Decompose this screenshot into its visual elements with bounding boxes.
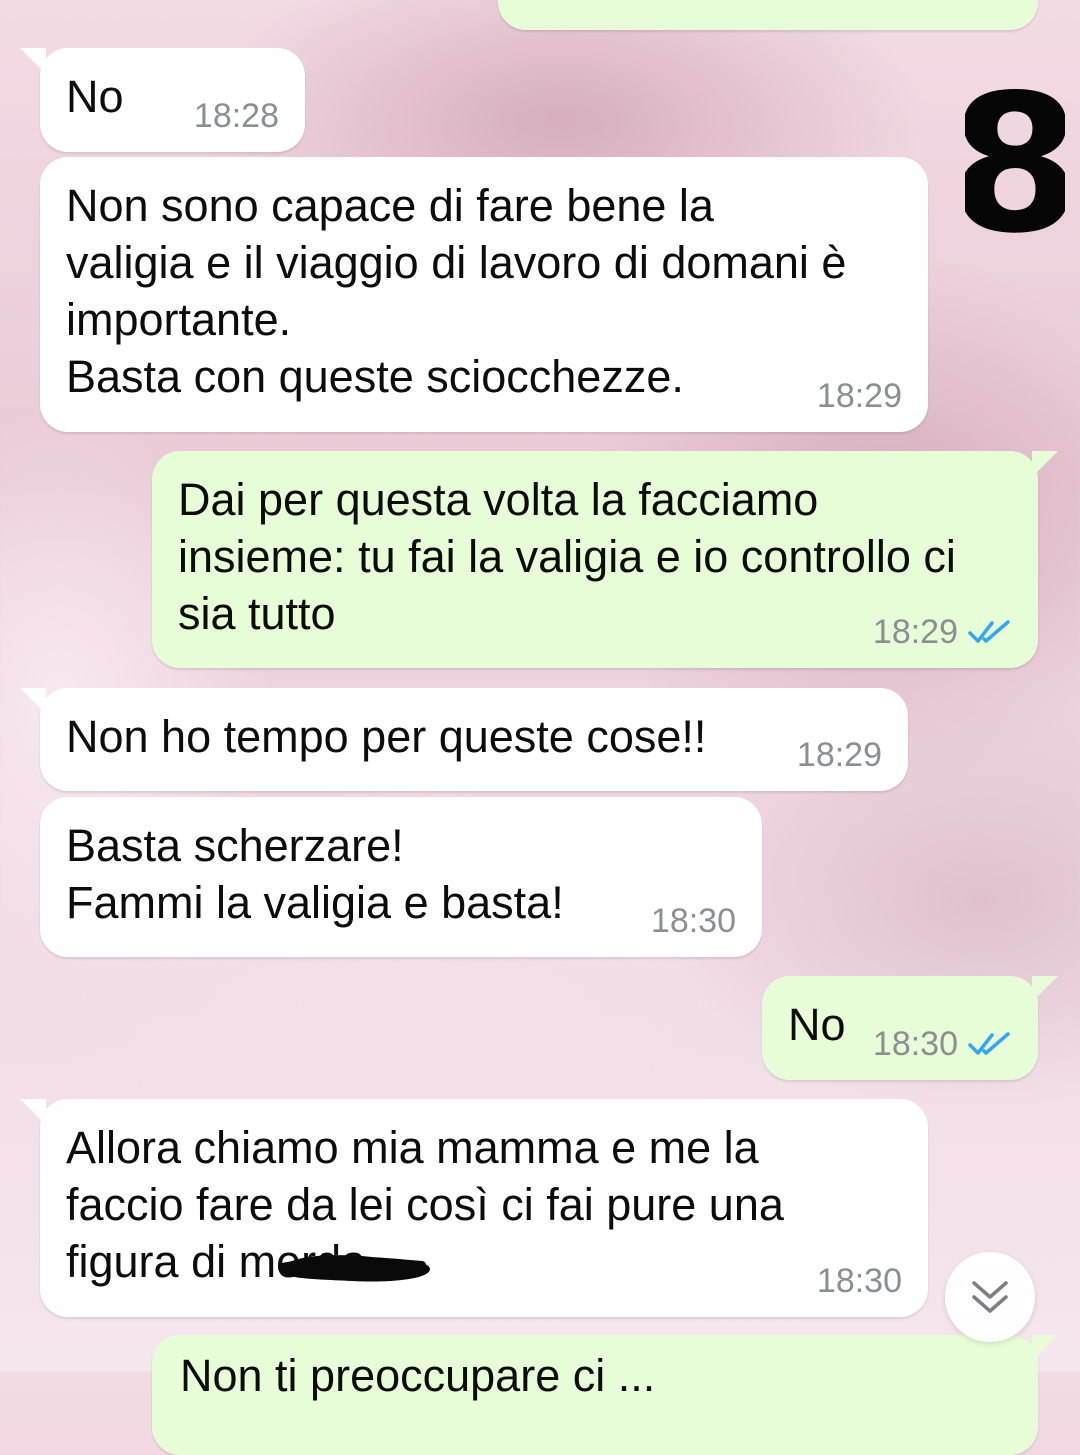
read-receipt-icon [968,1032,1010,1055]
message-bubble-outgoing[interactable]: 18:28 [498,0,1038,30]
message-text: Dai per questa volta la facciamo insieme… [178,474,956,639]
message-time: 18:29 [872,613,958,651]
message-time: 18:28 [193,97,279,135]
message-time: 18:30 [872,1025,958,1063]
message-text: No [66,71,124,122]
message-text: Non sono capace di fare bene la valigia … [66,180,847,402]
message-meta: 18:28 [873,0,1012,8]
message-time: 18:28 [873,0,958,8]
message-text: Non ti preoccupare ci ... [180,1350,656,1401]
message-time: 18:30 [650,902,736,940]
message-time: 18:29 [816,377,902,415]
message-text: Basta scherzare! Fammi la valigia e bast… [66,820,564,928]
message-time: 18:30 [816,1262,902,1300]
message-bubble-outgoing[interactable]: Dai per questa volta la facciamo insieme… [152,451,1058,668]
svg-text:8: 8 [965,70,1065,250]
message-meta: 18:30 [817,1261,902,1301]
message-text: Non ho tempo per queste cose!! [66,711,707,762]
message-bubble-outgoing[interactable]: Non ti preoccupare ci ... [152,1335,1058,1455]
read-receipt-icon [968,620,1010,643]
message-meta: 18:30 [873,1024,1012,1064]
message-meta: 18:29 [873,612,1012,652]
message-bubble-incoming[interactable]: Non ho tempo per queste cose!! 18:29 [20,688,908,791]
message-meta: 18:29 [817,376,902,416]
scroll-to-bottom-button[interactable] [945,1252,1035,1342]
message-time: 18:29 [796,736,882,774]
redaction-scribble [278,1255,430,1282]
handwritten-number-eight: 8 [965,70,1065,250]
read-receipt-icon [968,0,1012,2]
message-meta: 18:29 [797,735,882,775]
message-meta: 18:28 [194,96,279,136]
message-bubble-outgoing[interactable]: No 18:30 [762,976,1058,1080]
chevron-double-down-icon [972,1281,1008,1313]
message-bubble-incoming[interactable]: Basta scherzare! Fammi la valigia e bast… [40,797,762,957]
message-bubble-incoming[interactable]: Allora chiamo mia mamma e me la faccio f… [20,1099,928,1317]
message-bubble-incoming[interactable]: Non sono capace di fare bene la valigia … [40,157,928,432]
message-bubble-incoming[interactable]: No 18:28 [20,48,305,152]
message-text: No [788,999,846,1050]
message-meta: 18:30 [651,901,736,941]
